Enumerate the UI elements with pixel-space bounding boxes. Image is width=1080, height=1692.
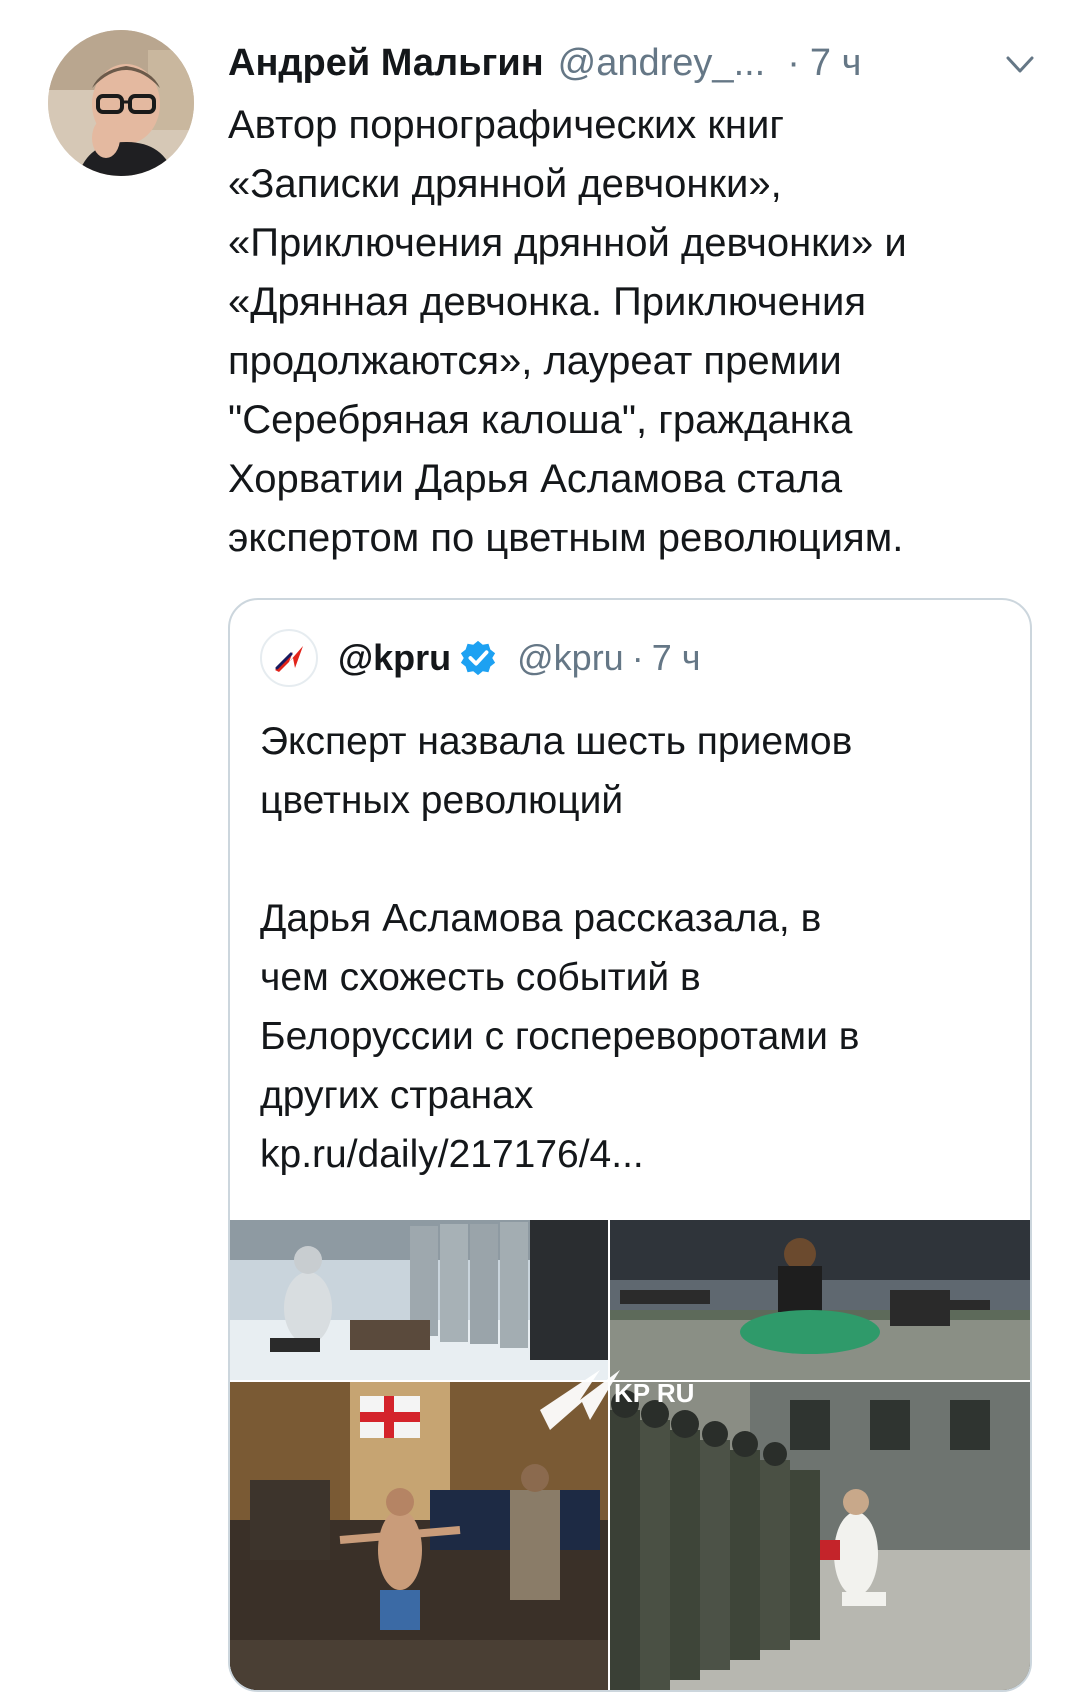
tweet-text-line: «Записки дрянной девчонки», [228, 162, 782, 206]
kp-logo-icon[interactable] [260, 629, 318, 687]
quoted-body-line: других странах [260, 1074, 534, 1117]
quoted-link[interactable]: kp.ru/daily/217176/4... [260, 1125, 1000, 1184]
quoted-tweet-timestamp[interactable]: 7 ч [652, 637, 701, 679]
quoted-title-line: Эксперт назвала шесть приемов [260, 720, 853, 763]
user-avatar-icon [48, 30, 194, 176]
tweet-text-line: Автор порнографических книг [228, 103, 784, 147]
tweet-text-line: «Дрянная девчонка. Приключения [228, 280, 866, 324]
tweet-text-line: продолжаются», лауреат премии [228, 339, 842, 383]
author-handle[interactable]: @andrey_... [558, 42, 766, 85]
photo-bottom-right [610, 1382, 1030, 1690]
quoted-body-line: Дарья Асламова рассказала, в [260, 897, 822, 940]
tweet-text-line: экспертом по цветным революциям. [228, 516, 904, 560]
quoted-tweet-card[interactable]: @kpru @kpru · 7 ч Эксперт назвала шесть … [228, 598, 1032, 1692]
chevron-down-icon[interactable] [1000, 44, 1040, 84]
quoted-author-handle[interactable]: @kpru [517, 637, 624, 679]
media-watermark-text: KP RU [614, 1378, 694, 1408]
photo-top-right [610, 1220, 1030, 1380]
photo-top-left [230, 1220, 608, 1380]
tweet-text-line: Хорватии Дарья Асламова стала [228, 457, 843, 501]
separator-dot: · [787, 41, 800, 84]
tweet-text: Автор порнографических книг «Записки дря… [228, 96, 1058, 568]
quoted-author-name[interactable]: @kpru [338, 637, 451, 679]
quoted-body-line: чем схожесть событий в [260, 956, 701, 999]
quoted-body-line: Белоруссии с госпереворотами в [260, 1015, 860, 1058]
author-name[interactable]: Андрей Мальгин [228, 42, 544, 85]
verified-badge-icon [461, 640, 496, 676]
quoted-title-line: цветных революций [260, 779, 624, 822]
tweet-header: Андрей Мальгин @andrey_... · 7 ч [228, 36, 1040, 90]
author-avatar[interactable] [48, 30, 194, 176]
quoted-tweet-text: Эксперт назвала шесть приемов цветных ре… [260, 712, 1000, 1184]
tweet-text-line: «Приключения дрянной девчонки» и [228, 221, 907, 265]
quoted-media-image[interactable]: KP RU [230, 1220, 1030, 1690]
tweet-text-line: "Серебряная калоша", гражданка [228, 398, 853, 442]
tweet-timestamp[interactable]: 7 ч [810, 42, 862, 85]
tweet[interactable]: Андрей Мальгин @andrey_... · 7 ч Автор п… [0, 0, 1080, 1692]
quoted-tweet-header: @kpru @kpru · 7 ч [260, 628, 700, 688]
separator-dot: · [631, 637, 644, 678]
